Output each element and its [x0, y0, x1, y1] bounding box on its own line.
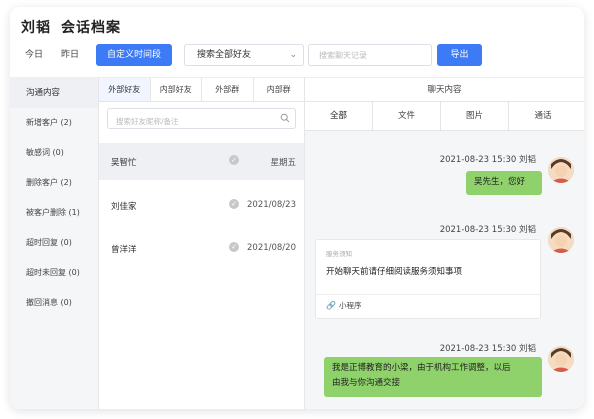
nav-item-deleted-customers[interactable]: 删除客户 (2) [10, 168, 98, 198]
nav-item-sensitive-words[interactable]: 敏感词 (0) [10, 138, 98, 168]
range-today-button[interactable]: 今日 [20, 44, 48, 66]
nav-item-late-reply[interactable]: 超时回复 (0) [10, 228, 98, 258]
contact-name: 曾洋洋 [111, 245, 137, 255]
friend-list-panel: 外部好友 内部好友 外部群 内部群 吴智忙 ✓ 星期五 刘佳家 ✓ 2021/0… [99, 77, 305, 409]
nav-item-deleted-by-customer[interactable]: 被客户删除 (1) [10, 198, 98, 228]
left-nav: 沟通内容 新增客户 (2) 敏感词 (0) 删除客户 (2) 被客户删除 (1)… [10, 77, 99, 409]
tab-external-groups[interactable]: 外部群 [202, 78, 254, 101]
nav-item-no-reply[interactable]: 超时未回复 (0) [10, 258, 98, 288]
range-custom-button[interactable]: 自定义时间段 [96, 44, 172, 66]
message-meta: 2021-08-23 15:30 刘韬 [439, 155, 536, 165]
divider [316, 294, 540, 295]
nav-item-content[interactable]: 沟通内容 [10, 78, 98, 108]
user-name: 刘韬 [21, 20, 51, 36]
contact-item[interactable]: 曾洋洋 ✓ 2021/08/20 [99, 230, 304, 267]
range-yesterday-button[interactable]: 昨日 [56, 44, 84, 66]
contact-name: 吴智忙 [111, 158, 137, 168]
friend-search-input[interactable] [108, 112, 273, 131]
message-meta: 2021-08-23 15:30 刘韬 [439, 344, 536, 354]
tab-internal-groups[interactable]: 内部群 [254, 78, 305, 101]
mini-program-type: 小程序 [338, 301, 362, 310]
message-line: 由我与你沟通交接 [332, 378, 401, 388]
contact-item[interactable]: 刘佳家 ✓ 2021/08/23 [99, 187, 304, 224]
contact-item[interactable]: 吴智忙 ✓ 星期五 [99, 143, 304, 180]
nav-item-new-customers[interactable]: 新增客户 (2) [10, 108, 98, 138]
nav-item-recalled[interactable]: 撤回消息 (0) [10, 288, 98, 318]
page-title: 刘韬 会话档案 [21, 17, 131, 37]
search-icon[interactable] [280, 113, 290, 123]
message-meta: 2021-08-23 15:30 刘韬 [439, 225, 536, 235]
export-button[interactable]: 导出 [437, 44, 482, 66]
tab-all[interactable]: 全部 [305, 102, 373, 130]
mini-program-text: 开始聊天前请仔细阅读服务须知事项 [326, 267, 463, 277]
tab-internal-friends[interactable]: 内部好友 [151, 78, 202, 101]
tab-images[interactable]: 图片 [441, 102, 509, 130]
tab-external-friends[interactable]: 外部好友 [99, 78, 151, 101]
friend-tabs: 外部好友 内部好友 外部群 内部群 [99, 78, 304, 102]
check-icon: ✓ [229, 199, 239, 209]
contact-date: 星期五 [270, 158, 296, 168]
message-list: 2021-08-23 15:30 刘韬 吴先生，您好 2021-08-23 15… [305, 131, 584, 409]
chat-tabs: 全部 文件 图片 通话 [305, 102, 584, 131]
link-icon: 🔗 [326, 301, 336, 310]
record-search-input[interactable] [308, 44, 432, 66]
check-icon: ✓ [229, 155, 239, 165]
header: 刘韬会话档案 今日 昨日 自定义时间段 搜索全部好友 ⌄ 导出 [10, 7, 584, 77]
check-icon: ✓ [229, 242, 239, 252]
mini-program-label: 服务须知 [326, 250, 352, 258]
mini-program-card[interactable]: 服务须知 开始聊天前请仔细阅读服务须知事项 🔗 小程序 [315, 239, 541, 319]
session-archive-card: 刘韬会话档案 今日 昨日 自定义时间段 搜索全部好友 ⌄ 导出 沟通内容 新增客… [10, 7, 584, 409]
friend-search [107, 108, 296, 131]
message-bubble: 吴先生，您好 [466, 171, 542, 195]
title-text: 会话档案 [61, 20, 121, 36]
tab-calls[interactable]: 通话 [509, 102, 577, 130]
mini-program-footer: 🔗 小程序 [326, 300, 361, 311]
message-bubble: 我是正博教育的小梁，由于机构工作调整，以后 由我与你沟通交接 [324, 357, 542, 397]
contact-name: 刘佳家 [111, 202, 137, 212]
friend-select[interactable]: 搜索全部好友 ⌄ [184, 44, 304, 66]
friend-select-value: 搜索全部好友 [197, 50, 252, 60]
tab-files[interactable]: 文件 [373, 102, 441, 130]
chevron-down-icon: ⌄ [289, 50, 297, 60]
avatar [548, 227, 574, 253]
message-line: 我是正博教育的小梁，由于机构工作调整，以后 [332, 363, 511, 373]
avatar [548, 157, 574, 183]
chat-title: 聊天内容 [305, 78, 584, 102]
chat-panel: 聊天内容 全部 文件 图片 通话 2021-08-23 15:30 刘韬 吴先生… [305, 77, 584, 409]
avatar [548, 346, 574, 372]
contact-date: 2021/08/23 [247, 200, 296, 210]
contact-date: 2021/08/20 [247, 243, 296, 253]
